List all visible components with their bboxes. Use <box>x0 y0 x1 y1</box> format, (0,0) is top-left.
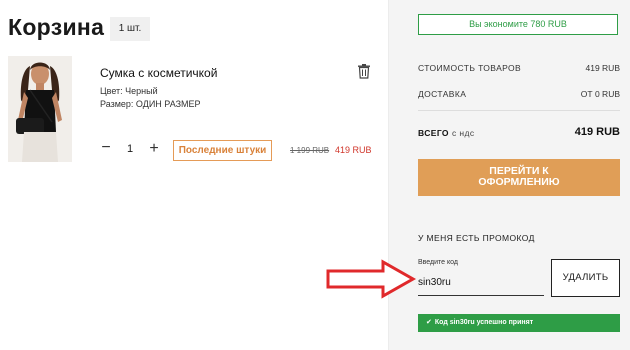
goods-cost-label: СТОИМОСТЬ ТОВАРОВ <box>418 63 522 73</box>
check-icon: ✔ <box>426 319 432 326</box>
product-size: Размер: ОДИН РАЗМЕР <box>100 99 201 109</box>
total-label: ВСЕГО с ндс <box>418 128 474 138</box>
product-image[interactable] <box>8 56 72 162</box>
old-price: 1 199 RUB <box>290 146 330 155</box>
page-title: Корзина <box>8 14 105 40</box>
last-items-badge: Последние штуки <box>173 140 272 161</box>
promo-success-text: Код sin30ru успешно принят <box>434 319 534 326</box>
total-vat-note: с ндс <box>451 128 475 138</box>
quantity-value: 1 <box>126 143 134 155</box>
savings-badge: Вы экономите 780 RUB <box>418 14 618 35</box>
quantity-increase-button[interactable]: + <box>147 141 161 157</box>
quantity-decrease-button[interactable]: − <box>99 140 113 156</box>
item-count-badge: 1 шт. <box>110 17 150 41</box>
goods-cost-value: 419 RUB <box>585 63 621 73</box>
delivery-label: ДОСТАВКА <box>418 89 467 99</box>
delivery-value: ОТ 0 RUB <box>580 89 620 99</box>
sale-price: 419 RUB <box>335 145 372 155</box>
delete-promo-button[interactable]: УДАЛИТЬ <box>551 259 620 297</box>
product-photo-drawing <box>8 56 72 162</box>
arrow-annotation <box>326 259 417 299</box>
trash-icon-graphic <box>358 64 370 79</box>
promo-success-message: ✔ Код sin30ru успешно принят <box>418 314 620 332</box>
promo-code-input[interactable] <box>418 270 544 296</box>
product-name[interactable]: Сумка с косметичкой <box>100 66 217 80</box>
total-value: 419 RUB <box>574 126 620 138</box>
summary-divider <box>418 110 620 111</box>
promo-section-title: У МЕНЯ ЕСТЬ ПРОМОКОД <box>418 233 535 243</box>
checkout-button[interactable]: ПЕРЕЙТИ К ОФОРМЛЕНИЮ <box>418 159 620 196</box>
product-color: Цвет: Черный <box>100 86 158 96</box>
total-label-text: ВСЕГО <box>418 128 449 138</box>
trash-icon[interactable] <box>356 63 372 79</box>
promo-input-hint: Введите код <box>418 259 458 266</box>
